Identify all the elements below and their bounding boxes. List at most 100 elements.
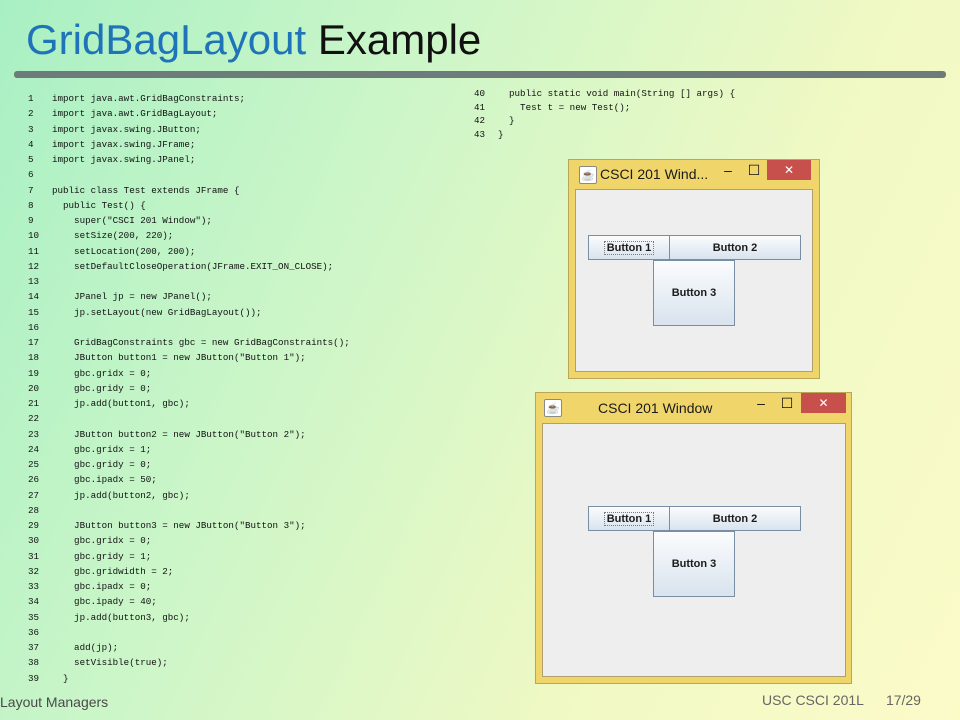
button-1[interactable]: Button 1 [588,506,670,531]
code-line: 22 [28,411,350,426]
line-number: 6 [28,169,34,181]
minimize-button[interactable]: – [715,160,741,180]
code-text: gbc.gridy = 0; [52,459,152,470]
code-line: 1 import java.awt.GridBagConstraints; [28,91,350,106]
code-text: } [498,115,515,126]
code-line: 3 import javax.swing.JButton; [28,122,350,137]
code-line: 19 gbc.gridx = 0; [28,366,350,381]
footer-course-page: USC CSCI 201L 17/29 [762,692,921,708]
code-text: setVisible(true); [52,657,168,669]
code-line: 25 gbc.gridy = 0; [28,457,350,472]
window-large-title: CSCI 201 Window [598,400,713,416]
button-3[interactable]: Button 3 [653,260,735,326]
code-text: setSize(200, 220); [52,230,174,242]
code-line: 42 } [474,114,735,128]
line-number: 21 [28,398,40,409]
code-line: 30 gbc.gridx = 0; [28,533,350,548]
maximize-button[interactable]: ☐ [774,393,800,413]
close-button[interactable]: ✕ [767,160,811,180]
line-number: 30 [28,535,40,547]
code-line: 13 [28,274,350,289]
code-text: import javax.swing.JPanel; [52,154,196,165]
code-line: 4 import javax.swing.JFrame; [28,137,350,152]
line-number: 3 [28,123,34,135]
code-line: 23 JButton button2 = new JButton("Button… [28,427,350,442]
code-text: super("CSCI 201 Window"); [52,215,212,226]
line-number: 36 [28,626,40,638]
code-line: 11 setLocation(200, 200); [28,244,350,259]
code-line: 5 import javax.swing.JPanel; [28,152,350,167]
page-number: 17/29 [885,692,921,708]
button-2[interactable]: Button 2 [669,235,801,260]
code-text: gbc.ipadx = 50; [52,474,157,486]
close-button[interactable]: ✕ [801,393,846,413]
code-text: jp.add(button1, gbc); [52,398,190,409]
maximize-button[interactable]: ☐ [741,160,767,180]
footer-course: USC CSCI 201L [762,692,864,708]
line-number: 19 [28,367,40,379]
code-text: gbc.gridx = 1; [52,443,152,455]
code-text: gbc.gridy = 0; [52,382,152,394]
line-number: 26 [28,474,40,486]
line-number: 11 [28,245,40,257]
code-line: 2 import java.awt.GridBagLayout; [28,106,350,121]
line-number: 27 [28,489,40,501]
line-number: 18 [28,352,40,364]
window-small-titlebar[interactable]: ☕ CSCI 201 Wind... – ☐ ✕ [569,160,819,189]
code-text: gbc.gridy = 1; [52,550,152,562]
minimize-button[interactable]: – [748,393,774,413]
line-number: 35 [28,611,40,623]
button-2[interactable]: Button 2 [669,506,801,531]
code-line: 37 add(jp); [28,640,350,655]
code-line: 15 jp.setLayout(new GridBagLayout()); [28,305,350,320]
line-number: 5 [28,154,34,165]
code-line: 36 [28,625,350,640]
footer-section-label: Layout Managers [0,694,109,710]
line-number: 25 [28,459,40,470]
code-text: import java.awt.GridBagLayout; [52,108,218,120]
line-number: 24 [28,443,40,455]
code-text: import javax.swing.JFrame; [52,138,196,150]
code-line: 14 JPanel jp = new JPanel(); [28,289,350,304]
code-text: import javax.swing.JButton; [52,123,201,135]
code-line: 38 setVisible(true); [28,655,350,670]
code-line: 35 jp.add(button3, gbc); [28,610,350,625]
code-text: setLocation(200, 200); [52,245,196,257]
title-example: Example [317,16,482,63]
code-line: 10 setSize(200, 220); [28,228,350,243]
code-line: 27 jp.add(button2, gbc); [28,488,350,503]
code-text: jp.setLayout(new GridBagLayout()); [52,306,262,318]
line-number: 1 [28,93,34,104]
code-line: 16 [28,320,350,335]
code-line: 17 GridBagConstraints gbc = new GridBagC… [28,335,350,350]
window-small: ☕ CSCI 201 Wind... – ☐ ✕ Button 1 Button… [568,159,820,379]
code-text: gbc.ipadx = 0; [52,581,152,592]
title-divider [14,71,946,78]
window-large-titlebar[interactable]: ☕ CSCI 201 Window – ☐ ✕ [536,393,851,422]
button-1[interactable]: Button 1 [588,235,670,260]
line-number: 15 [28,306,40,318]
code-line: 12 setDefaultCloseOperation(JFrame.EXIT_… [28,259,350,274]
code-text: import java.awt.GridBagConstraints; [52,93,245,104]
line-number: 16 [28,321,40,333]
line-number: 41 [474,101,486,113]
line-number: 23 [28,428,40,440]
code-text: } [52,672,69,684]
code-text: gbc.gridwidth = 2; [52,565,174,577]
code-line: 28 [28,503,350,518]
line-number: 22 [28,413,40,425]
line-number: 7 [28,184,34,196]
button-3[interactable]: Button 3 [653,531,735,597]
code-text: gbc.gridx = 0; [52,535,152,547]
code-text: jp.add(button3, gbc); [52,611,190,623]
code-text: } [498,128,504,140]
code-listing-right: 40 public static void main(String [] arg… [474,87,735,141]
line-number: 10 [28,230,40,242]
window-large: ☕ CSCI 201 Window – ☐ ✕ Button 1 Button … [535,392,852,684]
line-number: 12 [28,260,40,272]
code-line: 21 jp.add(button1, gbc); [28,396,350,411]
line-number: 4 [28,138,34,150]
code-line: 31 gbc.gridy = 1; [28,549,350,564]
line-number: 28 [28,504,40,516]
line-number: 29 [28,520,40,531]
